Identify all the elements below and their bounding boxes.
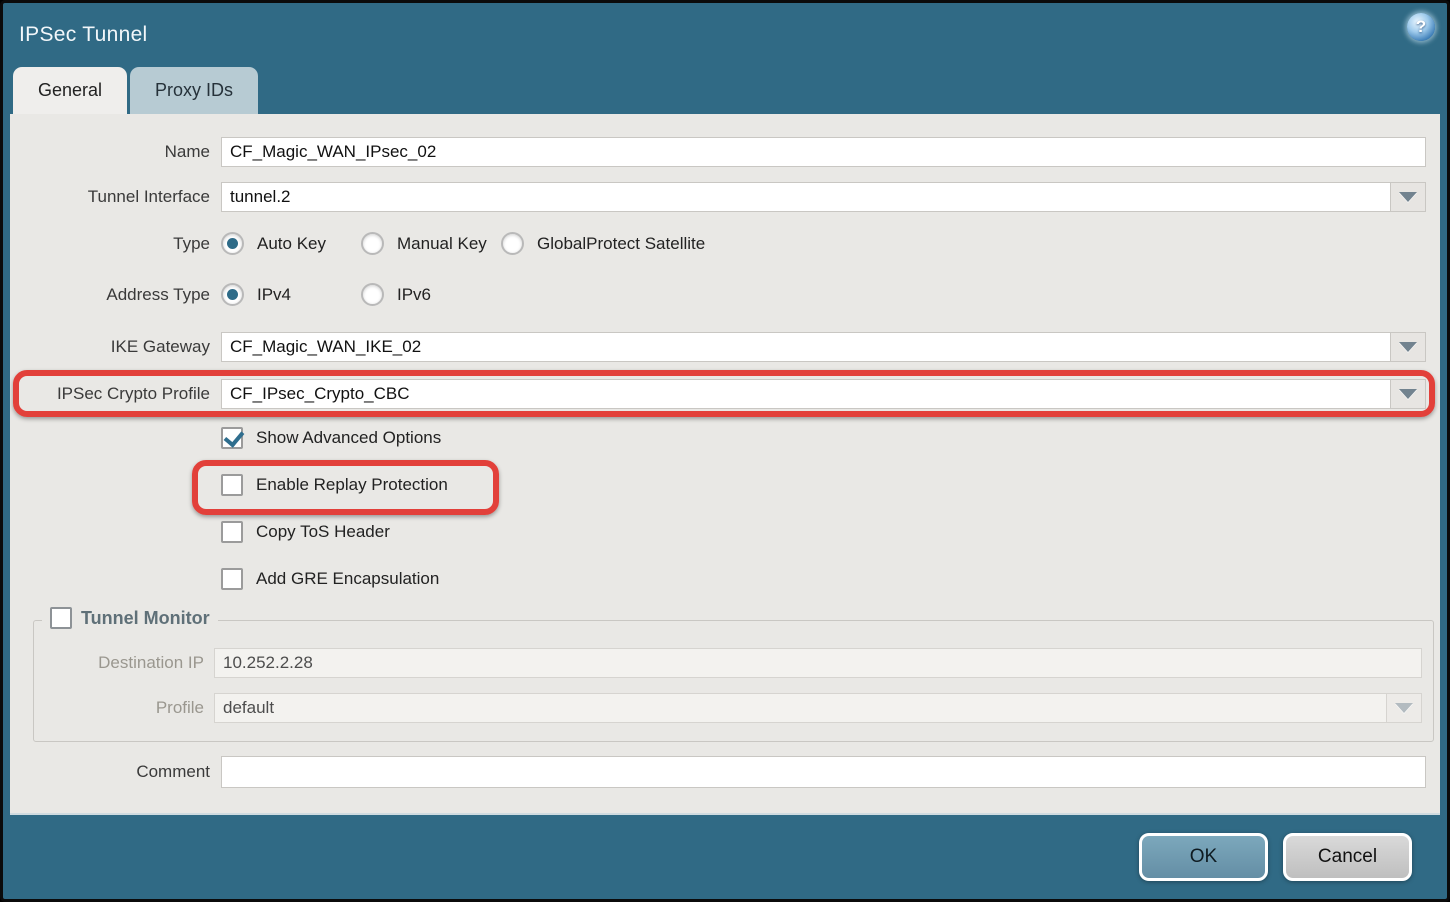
cancel-button[interactable]: Cancel — [1283, 833, 1412, 881]
tab-bar: General Proxy IDs — [3, 67, 1447, 114]
show-advanced-options-row[interactable]: Show Advanced Options — [221, 427, 441, 449]
ike-gateway-combo — [221, 332, 1426, 362]
radio-icon[interactable] — [361, 283, 384, 306]
radio-icon[interactable] — [221, 283, 244, 306]
checkbox-label: Enable Replay Protection — [256, 475, 448, 495]
tunnel-interface-input[interactable] — [222, 183, 1390, 211]
checkbox-label: Add GRE Encapsulation — [256, 569, 439, 589]
address-type-option-label: IPv6 — [397, 285, 431, 305]
copy-tos-header-row[interactable]: Copy ToS Header — [221, 521, 390, 543]
type-option-label: Auto Key — [257, 234, 326, 254]
general-tab-panel: Name Tunnel Interface Type Auto Key — [10, 114, 1440, 815]
name-label: Name — [10, 142, 221, 162]
ike-gateway-row: IKE Gateway — [10, 332, 1440, 362]
chevron-down-icon — [1399, 192, 1417, 202]
profile-input — [215, 694, 1386, 722]
show-advanced-options-checkbox[interactable] — [221, 427, 243, 449]
profile-row: Profile — [34, 693, 1433, 723]
type-option-manual-key[interactable]: Manual Key — [361, 232, 501, 255]
chevron-down-icon — [1399, 342, 1417, 352]
checkbox-label: Copy ToS Header — [256, 522, 390, 542]
tunnel-interface-dropdown-button[interactable] — [1390, 183, 1425, 211]
type-option-label: Manual Key — [397, 234, 487, 254]
ipsec-crypto-profile-row: IPSec Crypto Profile — [10, 379, 1440, 409]
address-type-radio-group: IPv4 IPv6 — [221, 283, 501, 306]
address-type-option-label: IPv4 — [257, 285, 291, 305]
help-icon[interactable]: ? — [1407, 13, 1435, 41]
profile-dropdown-button — [1386, 694, 1421, 722]
type-row: Type Auto Key Manual Key GlobalProtect S… — [10, 232, 1440, 255]
name-input[interactable] — [221, 137, 1426, 167]
destination-ip-input — [214, 648, 1422, 678]
add-gre-encapsulation-checkbox[interactable] — [221, 568, 243, 590]
ipsec-tunnel-dialog: IPSec Tunnel ? General Proxy IDs Name Tu… — [0, 0, 1450, 902]
ipsec-crypto-profile-input[interactable] — [222, 380, 1390, 408]
destination-ip-row: Destination IP — [34, 648, 1433, 678]
ipsec-crypto-profile-dropdown-button[interactable] — [1390, 380, 1425, 408]
tunnel-monitor-legend: Tunnel Monitor — [42, 607, 218, 629]
address-type-row: Address Type IPv4 IPv6 — [10, 283, 1440, 306]
tunnel-monitor-fieldset: Tunnel Monitor Destination IP Profile — [33, 620, 1434, 742]
tab-proxy-ids[interactable]: Proxy IDs — [130, 67, 258, 114]
enable-replay-protection-checkbox[interactable] — [221, 474, 243, 496]
chevron-down-icon — [1399, 389, 1417, 399]
type-option-globalprotect-satellite[interactable]: GlobalProtect Satellite — [501, 232, 705, 255]
type-option-label: GlobalProtect Satellite — [537, 234, 705, 254]
tunnel-interface-combo — [221, 182, 1426, 212]
profile-combo — [214, 693, 1422, 723]
comment-row: Comment — [10, 756, 1440, 788]
type-option-auto-key[interactable]: Auto Key — [221, 232, 361, 255]
ike-gateway-dropdown-button[interactable] — [1390, 333, 1425, 361]
radio-icon[interactable] — [221, 232, 244, 255]
destination-ip-label: Destination IP — [34, 653, 214, 673]
add-gre-encapsulation-row[interactable]: Add GRE Encapsulation — [221, 568, 439, 590]
type-radio-group: Auto Key Manual Key GlobalProtect Satell… — [221, 232, 705, 255]
tunnel-interface-label: Tunnel Interface — [10, 187, 221, 207]
ike-gateway-label: IKE Gateway — [10, 337, 221, 357]
chevron-down-icon — [1395, 703, 1413, 713]
comment-label: Comment — [10, 762, 221, 782]
tunnel-monitor-label: Tunnel Monitor — [81, 608, 210, 629]
checkbox-label: Show Advanced Options — [256, 428, 441, 448]
address-type-label: Address Type — [10, 285, 221, 305]
type-label: Type — [10, 234, 221, 254]
tunnel-interface-row: Tunnel Interface — [10, 182, 1440, 212]
dialog-titlebar: IPSec Tunnel ? — [3, 3, 1447, 67]
comment-input[interactable] — [221, 756, 1426, 788]
copy-tos-header-checkbox[interactable] — [221, 521, 243, 543]
address-type-option-ipv6[interactable]: IPv6 — [361, 283, 501, 306]
tab-general[interactable]: General — [13, 67, 127, 114]
ike-gateway-input[interactable] — [222, 333, 1390, 361]
address-type-option-ipv4[interactable]: IPv4 — [221, 283, 361, 306]
enable-replay-protection-row[interactable]: Enable Replay Protection — [221, 474, 448, 496]
dialog-title: IPSec Tunnel — [19, 23, 148, 47]
tunnel-monitor-checkbox[interactable] — [50, 607, 72, 629]
ok-button[interactable]: OK — [1139, 833, 1268, 881]
name-row: Name — [10, 137, 1440, 167]
ipsec-crypto-profile-combo — [221, 379, 1426, 409]
profile-label: Profile — [34, 698, 214, 718]
radio-icon[interactable] — [361, 232, 384, 255]
radio-icon[interactable] — [501, 232, 524, 255]
dialog-footer: OK Cancel — [3, 815, 1447, 899]
ipsec-crypto-profile-label: IPSec Crypto Profile — [10, 384, 221, 404]
